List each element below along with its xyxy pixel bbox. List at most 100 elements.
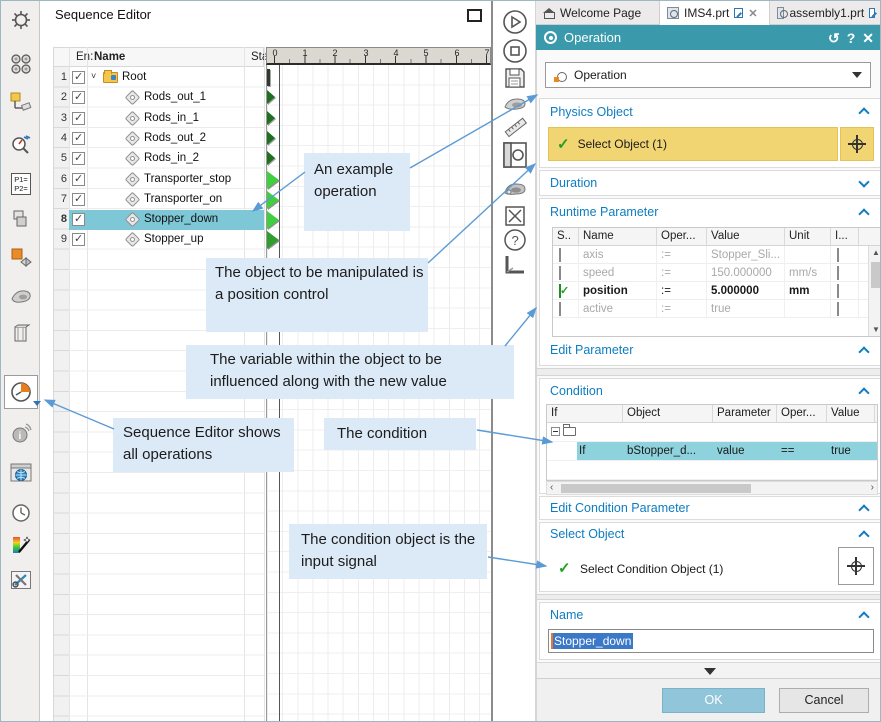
operation-type-dropdown[interactable]: Operation <box>545 62 871 88</box>
joint-icon[interactable] <box>8 89 34 115</box>
save-icon[interactable] <box>502 65 528 91</box>
collapse-chevron-icon[interactable] <box>860 530 868 538</box>
select-object-picker-button[interactable] <box>840 127 874 161</box>
tab-assembly1[interactable]: assembly1.prt <box>770 1 881 25</box>
tab-ims4[interactable]: IMS4.prt ✕ <box>660 1 770 25</box>
delete-icon[interactable] <box>502 203 528 229</box>
select-checkbox[interactable] <box>559 266 561 280</box>
sequence-editor-icon[interactable] <box>4 375 38 409</box>
runtime-inspector-icon[interactable] <box>8 132 34 158</box>
enable-checkbox[interactable] <box>72 91 85 104</box>
sequence-row[interactable]: 9 Stopper_up <box>53 230 264 250</box>
play-icon[interactable] <box>502 9 528 35</box>
runtime-row-speed[interactable]: speed := 150.000000 mm/s <box>553 264 881 282</box>
parameters-icon[interactable]: P1=P2= <box>8 171 34 197</box>
enable-checkbox[interactable] <box>72 132 85 145</box>
edit-parameter-header[interactable]: Edit Parameter <box>550 343 633 357</box>
condition-root-row[interactable] <box>547 423 877 442</box>
collapse-chevron-icon[interactable] <box>860 107 868 115</box>
corner-measure-icon[interactable] <box>502 252 528 278</box>
sequence-row[interactable]: 4 Rods_out_2 <box>53 129 264 149</box>
expand-chevron-icon[interactable]: ˅ <box>91 71 96 81</box>
sequence-row-root[interactable]: 1 ˅ Root <box>53 68 264 88</box>
collision-body-icon[interactable] <box>8 244 34 270</box>
input-checkbox[interactable] <box>837 302 839 316</box>
physics-object-header[interactable]: Physics Object <box>550 105 633 119</box>
maximize-icon[interactable] <box>467 9 482 22</box>
enable-checkbox[interactable] <box>72 152 85 165</box>
package-icon[interactable] <box>8 321 34 347</box>
fasteners-icon[interactable] <box>8 51 34 77</box>
sequence-row[interactable]: 7 Transporter_on <box>53 190 264 210</box>
runtime-row-active[interactable]: active := true <box>553 300 881 318</box>
input-checkbox[interactable] <box>837 248 839 262</box>
snapshot-icon[interactable] <box>502 142 528 168</box>
input-checkbox[interactable] <box>837 266 839 280</box>
enable-checkbox[interactable] <box>72 193 85 206</box>
ruler-icon[interactable] <box>502 115 528 141</box>
runtime-row-position[interactable]: position := 5.000000 mm <box>553 282 881 300</box>
collapse-chevron-icon[interactable] <box>860 387 868 395</box>
runtime-row-axis[interactable]: axis := Stopper_Sli... <box>553 246 881 264</box>
web-browser-icon[interactable] <box>8 460 34 486</box>
ok-button[interactable]: OK <box>662 688 765 713</box>
name-header[interactable]: Name <box>550 608 583 622</box>
settings-gear-icon[interactable] <box>8 7 34 33</box>
cam-profile-icon[interactable] <box>502 176 528 202</box>
select-checkbox[interactable] <box>559 302 561 316</box>
tree-collapse-icon[interactable] <box>551 427 560 436</box>
cancel-button[interactable]: Cancel <box>779 688 869 713</box>
enable-checkbox[interactable] <box>72 112 85 125</box>
duration-header[interactable]: Duration <box>550 176 597 190</box>
enable-checkbox[interactable] <box>72 213 85 226</box>
condition-empty-row[interactable] <box>547 461 877 480</box>
sequence-row[interactable]: 5 Rods_in_2 <box>53 149 264 169</box>
select-checkbox[interactable] <box>559 284 561 298</box>
dialog-help-icon[interactable]: ? <box>847 31 856 45</box>
help-icon[interactable]: ? <box>502 227 528 253</box>
select-object-header[interactable]: Select Object <box>550 527 624 541</box>
horizontal-scrollbar[interactable]: ‹› <box>546 481 878 495</box>
sequence-row[interactable]: 6 Transporter_stop <box>53 170 264 190</box>
input-checkbox[interactable] <box>837 284 839 298</box>
tab-close-icon[interactable]: ✕ <box>748 7 757 20</box>
runtime-parameter-header[interactable]: Runtime Parameter <box>550 205 658 219</box>
select-condition-object-picker-button[interactable] <box>838 547 874 585</box>
edit-condition-parameter-header[interactable]: Edit Condition Parameter <box>550 501 690 515</box>
enable-checkbox[interactable] <box>72 173 85 186</box>
select-checkbox[interactable] <box>559 248 561 262</box>
collapse-chevron-icon[interactable] <box>860 611 868 619</box>
timeline-ruler[interactable]: 0 1 2 3 4 5 6 7 <box>266 47 491 65</box>
enable-checkbox[interactable] <box>72 71 85 84</box>
vertical-scrollbar[interactable]: ▲▼ <box>868 246 881 336</box>
stop-icon[interactable] <box>502 38 528 64</box>
collapse-chevron-icon[interactable] <box>860 208 868 216</box>
tab-welcome-page[interactable]: Welcome Page <box>536 1 660 25</box>
cam-icon[interactable] <box>502 91 528 117</box>
name-input[interactable]: Stopper_down <box>548 629 874 653</box>
sequence-row[interactable]: 3 Rods_in_1 <box>53 109 264 129</box>
cam-body-icon[interactable] <box>8 283 34 309</box>
dialog-close-icon[interactable]: ✕ <box>862 31 874 45</box>
bodies-icon[interactable] <box>8 206 34 232</box>
sequence-row-selected[interactable]: 8 Stopper_down <box>53 210 264 230</box>
info-icon[interactable]: i <box>8 421 34 447</box>
select-object-field[interactable]: ✓ Select Object (1) <box>548 127 838 161</box>
condition-row-selected[interactable]: If bStopper_d... value == true <box>547 442 877 461</box>
expand-chevron-icon[interactable] <box>860 179 868 187</box>
color-wand-icon[interactable] <box>8 532 34 558</box>
operation-dialog-panel: Welcome Page IMS4.prt ✕ assembly1.prt Op… <box>536 1 881 722</box>
reset-icon[interactable]: ↺ <box>828 31 840 45</box>
callout-object-manipulated: The object to be manipulated is a positi… <box>206 258 428 332</box>
enable-checkbox[interactable] <box>72 233 85 246</box>
condition-folder-icon <box>563 427 576 436</box>
dialog-titlebar[interactable]: Operation ↺ ? ✕ <box>536 25 881 50</box>
collapse-chevron-icon[interactable] <box>860 346 868 354</box>
toolbox-icon[interactable] <box>8 567 34 593</box>
timeline-marker <box>267 230 283 250</box>
condition-header[interactable]: Condition <box>550 384 603 398</box>
sequence-row[interactable]: 2 Rods_out_1 <box>53 88 264 108</box>
select-condition-object-label[interactable]: Select Condition Object (1) <box>580 562 723 576</box>
clock-icon[interactable] <box>8 500 34 526</box>
collapse-chevron-icon[interactable] <box>860 504 868 512</box>
